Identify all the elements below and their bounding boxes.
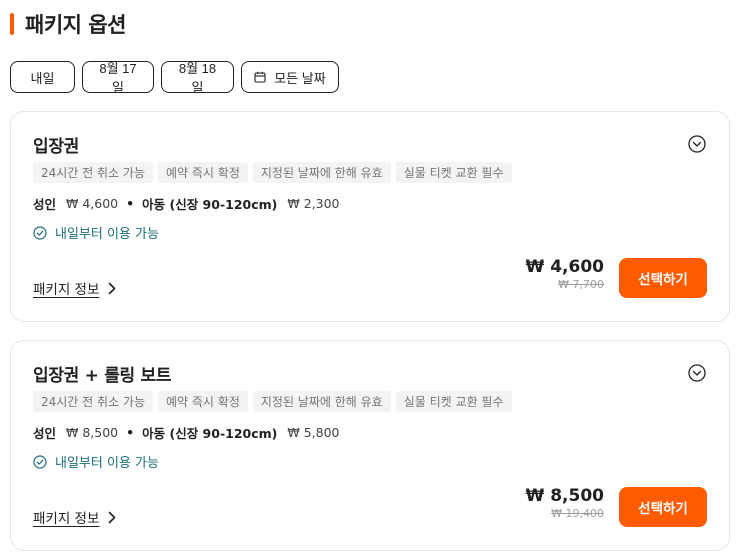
package-tags: 24시간 전 취소 가능 예약 즉시 확정 지정된 날짜에 한해 유효 실물 티… (33, 162, 512, 183)
tag-ticket-exchange: 실물 티켓 교환 필수 (395, 391, 512, 412)
tag-cancellation: 24시간 전 취소 가능 (33, 391, 153, 412)
date-chip-tomorrow[interactable]: 내일 (10, 61, 75, 93)
chevron-right-icon (109, 511, 116, 523)
chevron-down-icon[interactable] (688, 364, 706, 382)
original-price: ₩ 7,700 (558, 278, 604, 291)
accent-bar (10, 13, 14, 35)
select-button[interactable]: 선택하기 (619, 258, 707, 298)
current-price: ₩ 4,600 (525, 257, 604, 277)
date-chip-aug-18[interactable]: 8월 18일 (161, 61, 234, 95)
chevron-right-icon (109, 282, 116, 294)
package-card: 입장권 24시간 전 취소 가능 예약 즉시 확정 지정된 날짜에 한해 유효 … (10, 111, 730, 322)
tag-valid-date: 지정된 날짜에 한해 유효 (252, 391, 391, 412)
package-info-link[interactable]: 패키지 정보 (33, 507, 116, 527)
tag-valid-date: 지정된 날짜에 한해 유효 (252, 162, 391, 183)
check-circle-icon (33, 454, 47, 469)
separator-dot: • (126, 196, 135, 211)
availability-info: 내일부터 이용 가능 (33, 452, 159, 471)
separator-dot: • (126, 425, 135, 440)
availability-info: 내일부터 이용 가능 (33, 223, 159, 242)
check-circle-icon (33, 225, 47, 240)
original-price: ₩ 19,400 (551, 507, 604, 520)
package-title: 입장권 + 롤링 보트 (33, 366, 172, 386)
availability-text: 내일부터 이용 가능 (55, 227, 159, 242)
date-chip-aug-17[interactable]: 8월 17일 (82, 61, 154, 95)
date-chip-label: 모든 날짜 (274, 70, 326, 86)
date-chip-label: 8월 18일 (178, 61, 217, 95)
tag-ticket-exchange: 실물 티켓 교환 필수 (395, 162, 512, 183)
adult-label: 성인 (33, 426, 57, 441)
package-info-label: 패키지 정보 (33, 282, 100, 298)
price-block: ₩ 8,500 ₩ 19,400 (526, 486, 604, 520)
calendar-icon (254, 71, 266, 83)
adult-price: ₩ 4,600 (66, 196, 119, 211)
child-label: 아동 (신장 90-120cm) (142, 426, 278, 441)
package-info-link[interactable]: 패키지 정보 (33, 278, 116, 298)
pricing-line: 성인 ₩ 4,600 • 아동 (신장 90-120cm) ₩ 2,300 (33, 194, 340, 213)
section-title: 패키지 옵션 (25, 13, 126, 37)
adult-label: 성인 (33, 197, 57, 212)
tag-instant-confirm: 예약 즉시 확정 (158, 162, 248, 183)
child-label: 아동 (신장 90-120cm) (142, 197, 278, 212)
date-filter-chips: 내일 8월 17일 8월 18일 모든 날짜 (10, 61, 339, 95)
chevron-down-icon[interactable] (688, 135, 706, 153)
section-header: 패키지 옵션 (10, 10, 126, 38)
child-price: ₩ 2,300 (287, 196, 340, 211)
price-block: ₩ 4,600 ₩ 7,700 (526, 257, 604, 291)
tag-instant-confirm: 예약 즉시 확정 (158, 391, 248, 412)
date-chip-label: 8월 17일 (99, 61, 137, 95)
package-info-label: 패키지 정보 (33, 511, 100, 527)
date-chip-label: 내일 (30, 70, 55, 86)
tag-cancellation: 24시간 전 취소 가능 (33, 162, 153, 183)
adult-price: ₩ 8,500 (66, 425, 119, 440)
package-title: 입장권 (33, 137, 80, 157)
package-card: 입장권 + 롤링 보트 24시간 전 취소 가능 예약 즉시 확정 지정된 날짜… (10, 340, 730, 551)
child-price: ₩ 5,800 (287, 425, 340, 440)
pricing-line: 성인 ₩ 8,500 • 아동 (신장 90-120cm) ₩ 5,800 (33, 423, 340, 442)
select-button[interactable]: 선택하기 (619, 487, 707, 527)
availability-text: 내일부터 이용 가능 (55, 456, 159, 471)
current-price: ₩ 8,500 (525, 486, 604, 506)
package-tags: 24시간 전 취소 가능 예약 즉시 확정 지정된 날짜에 한해 유효 실물 티… (33, 391, 512, 412)
date-chip-all-dates[interactable]: 모든 날짜 (241, 61, 339, 93)
